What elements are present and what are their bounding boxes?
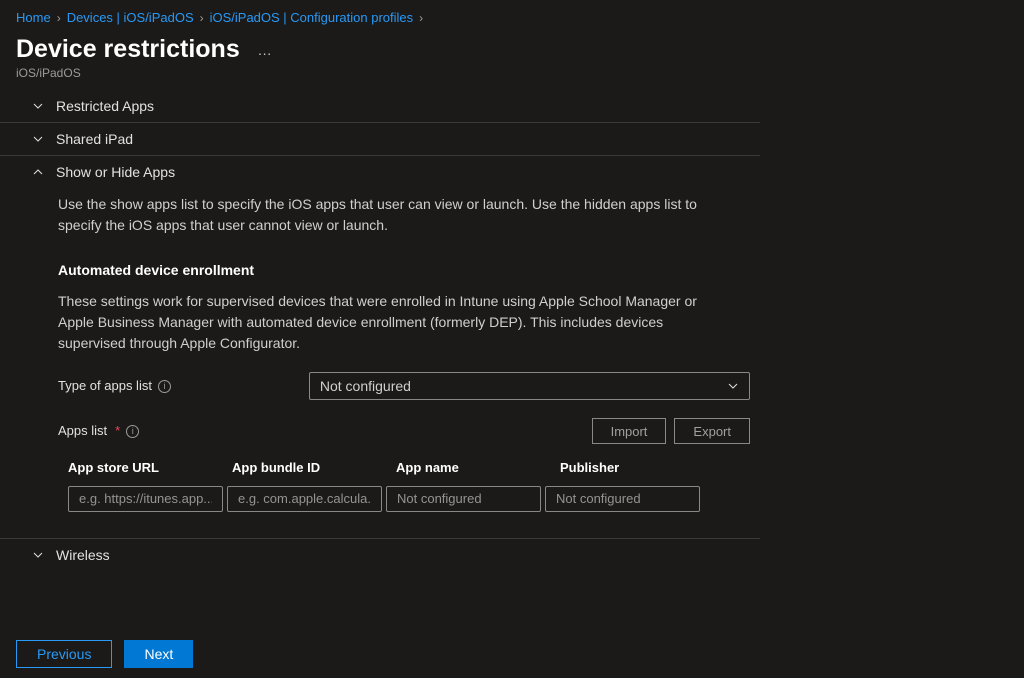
chevron-down-icon [32, 100, 46, 112]
table-row [68, 486, 750, 512]
col-bundle: App bundle ID [232, 458, 392, 478]
required-icon: * [115, 421, 120, 441]
section-header-wireless[interactable]: Wireless [0, 539, 760, 571]
type-of-apps-list-label: Type of apps list i [58, 376, 309, 396]
chevron-right-icon: › [57, 11, 61, 25]
breadcrumb-home[interactable]: Home [16, 10, 51, 25]
section-description: Use the show apps list to specify the iO… [58, 194, 718, 236]
apps-list-label: Apps list * i [58, 421, 310, 441]
section-label: Restricted Apps [56, 98, 154, 114]
subsection-header: Automated device enrollment [58, 260, 750, 281]
section-body-show-hide: Use the show apps list to specify the iO… [0, 188, 760, 538]
app-publisher-input[interactable] [545, 486, 700, 512]
info-icon[interactable]: i [126, 425, 139, 438]
chevron-right-icon: › [419, 11, 423, 25]
breadcrumb-profiles[interactable]: iOS/iPadOS | Configuration profiles [210, 10, 414, 25]
type-of-apps-list-select[interactable]: Not configured [309, 372, 750, 400]
info-icon[interactable]: i [158, 380, 171, 393]
breadcrumb: Home › Devices | iOS/iPadOS › iOS/iPadOS… [0, 0, 1024, 29]
chevron-down-icon [32, 133, 46, 145]
col-url: App store URL [68, 458, 228, 478]
app-name-input[interactable] [386, 486, 541, 512]
chevron-down-icon [32, 549, 46, 561]
apps-table: App store URL App bundle ID App name Pub… [68, 458, 750, 512]
section-label: Shared iPad [56, 131, 133, 147]
section-show-hide-apps: Show or Hide Apps Use the show apps list… [0, 156, 760, 539]
section-shared-ipad: Shared iPad [0, 123, 760, 156]
page-header: Device restrictions ··· iOS/iPadOS [0, 29, 1024, 84]
table-header: App store URL App bundle ID App name Pub… [68, 458, 750, 478]
section-label: Wireless [56, 547, 110, 563]
previous-button[interactable]: Previous [16, 640, 112, 668]
section-header-show-hide[interactable]: Show or Hide Apps [0, 156, 760, 188]
col-publisher: Publisher [560, 458, 720, 478]
col-name: App name [396, 458, 556, 478]
label-text: Type of apps list [58, 376, 152, 396]
label-text: Apps list [58, 421, 107, 441]
import-button[interactable]: Import [592, 418, 667, 444]
main-content: Restricted Apps Shared iPad Show or Hide… [0, 84, 760, 571]
app-url-input[interactable] [68, 486, 223, 512]
chevron-down-icon [727, 380, 739, 392]
app-bundle-input[interactable] [227, 486, 382, 512]
page-subtitle: iOS/iPadOS [16, 66, 1008, 80]
next-button[interactable]: Next [124, 640, 193, 668]
footer-actions: Previous Next [16, 640, 193, 668]
apps-list-row: Apps list * i Import Export [58, 418, 750, 444]
section-header-shared-ipad[interactable]: Shared iPad [0, 123, 760, 155]
select-value: Not configured [320, 376, 411, 397]
page-title: Device restrictions [16, 35, 240, 64]
subsection-description: These settings work for supervised devic… [58, 291, 718, 354]
breadcrumb-devices[interactable]: Devices | iOS/iPadOS [67, 10, 194, 25]
section-restricted-apps: Restricted Apps [0, 90, 760, 123]
more-icon[interactable]: ··· [258, 45, 272, 61]
section-header-restricted-apps[interactable]: Restricted Apps [0, 90, 760, 122]
chevron-right-icon: › [200, 11, 204, 25]
apps-actions: Import Export [592, 418, 750, 444]
chevron-up-icon [32, 166, 46, 178]
export-button[interactable]: Export [674, 418, 750, 444]
section-wireless: Wireless [0, 539, 760, 571]
section-label: Show or Hide Apps [56, 164, 175, 180]
form-row-type: Type of apps list i Not configured [58, 372, 750, 400]
